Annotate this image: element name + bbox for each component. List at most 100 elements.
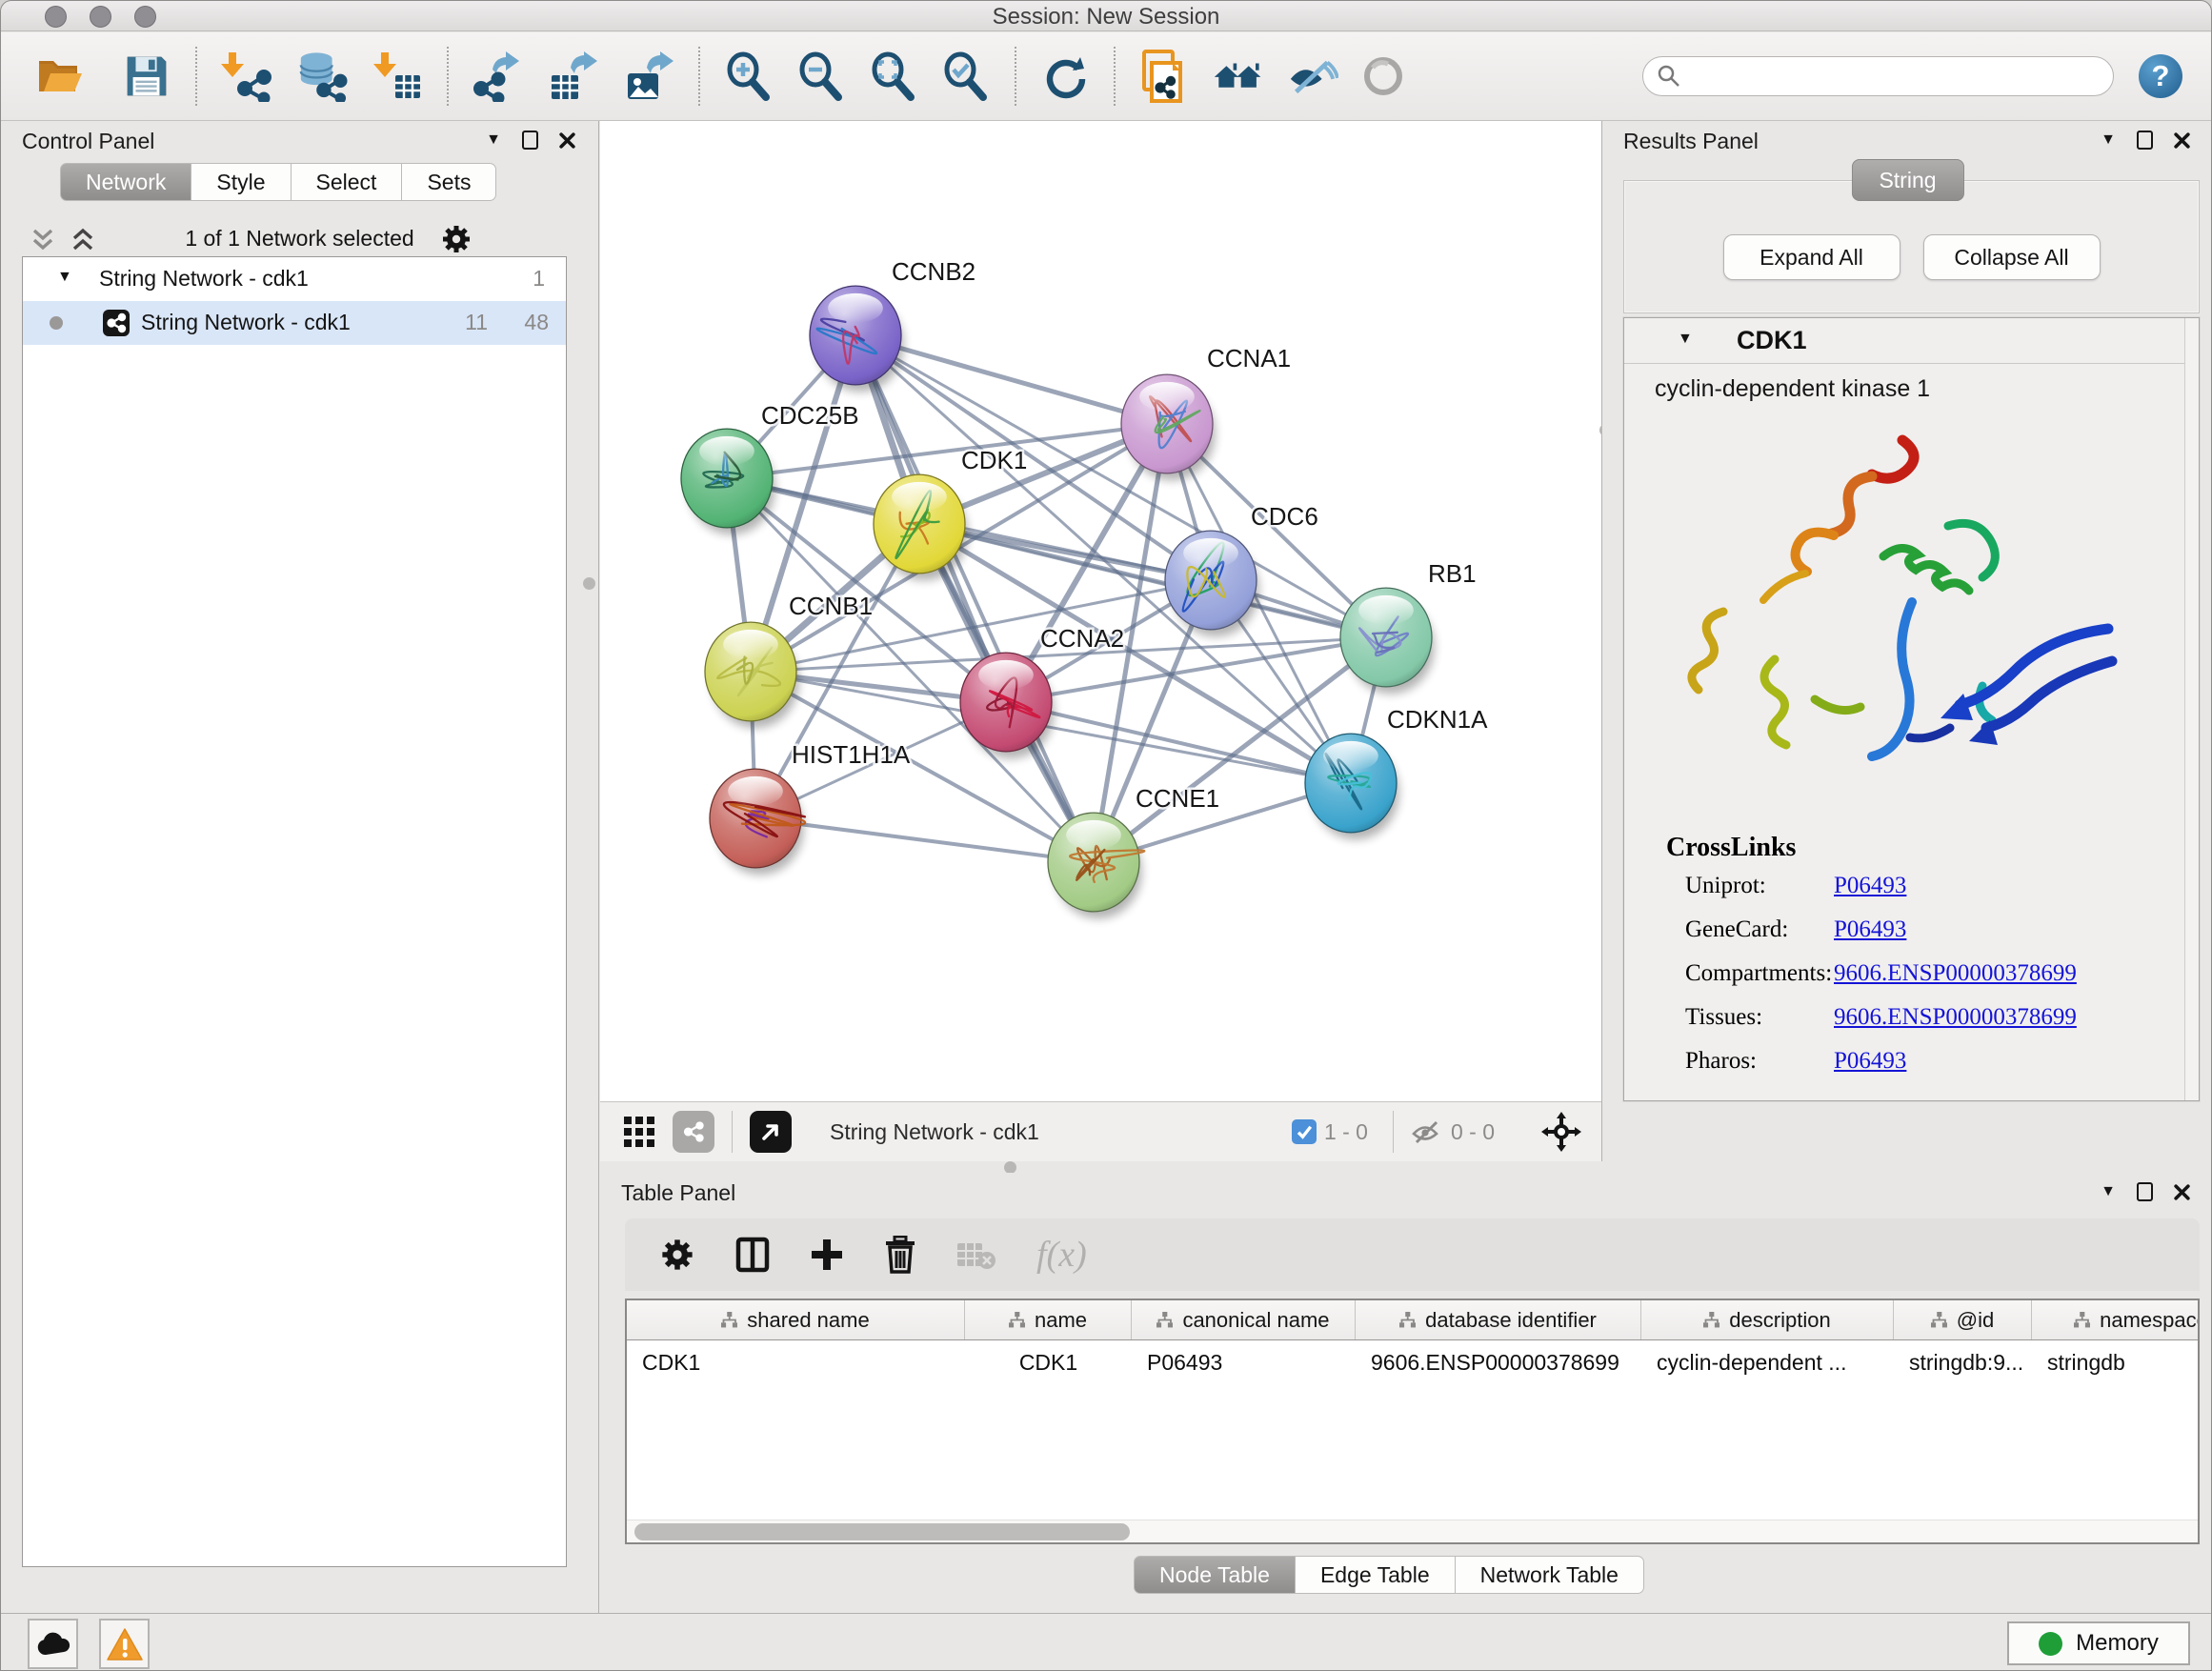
table-cell[interactable]: stringdb:9...	[1894, 1340, 2032, 1384]
eye-icon	[1359, 52, 1407, 100]
selected-counts: 1 - 0	[1324, 1119, 1368, 1145]
table-cell[interactable]: CDK1	[965, 1340, 1132, 1384]
import-table-button[interactable]	[372, 50, 424, 102]
table-cell[interactable]: stringdb	[2032, 1340, 2200, 1384]
network-node-CCNE1[interactable]: CCNE1	[1048, 784, 1219, 918]
tab-select[interactable]: Select	[292, 163, 403, 201]
crosslink-link[interactable]: P06493	[1834, 916, 1906, 943]
column-header-description[interactable]: description	[1641, 1300, 1894, 1339]
float-panel-icon[interactable]	[2137, 1182, 2153, 1201]
crosslink-link[interactable]: P06493	[1834, 873, 1906, 899]
collapse-all-button[interactable]: Collapse All	[1923, 234, 2101, 280]
protein-section-header[interactable]: ▼ CDK1	[1624, 318, 2184, 364]
network-collection-row[interactable]: ▼ String Network - cdk1 1	[23, 257, 566, 301]
close-panel-icon[interactable]	[2174, 132, 2190, 149]
open-session-button[interactable]	[33, 50, 85, 102]
collapse-panel-icon[interactable]: ▼	[2101, 1184, 2116, 1199]
collapse-panel-icon[interactable]: ▼	[486, 132, 501, 148]
home-button[interactable]	[1213, 50, 1264, 102]
column-header-shared-name[interactable]: shared name	[627, 1300, 965, 1339]
network-selected-status: 1 of 1 Network selected	[1, 226, 598, 252]
tree-expand-icon[interactable]: ▼	[57, 270, 72, 285]
network-canvas[interactable]: CCNB2CCNA1CDC25BCDK1CDC6RB1CCNB1CCNA2CDK…	[600, 121, 1601, 1101]
export-network-button[interactable]	[472, 50, 523, 102]
crosslink-link[interactable]: 9606.ENSP00000378699	[1834, 1004, 2077, 1031]
crosslink-link[interactable]: 9606.ENSP00000378699	[1834, 960, 2077, 987]
network-row-selected[interactable]: String Network - cdk1 11 48	[23, 301, 566, 345]
selected-nodes-checkbox[interactable]	[1292, 1119, 1317, 1144]
tab-network-table[interactable]: Network Table	[1456, 1556, 1644, 1594]
table-cell[interactable]: P06493	[1132, 1340, 1356, 1384]
table-settings-gear-icon[interactable]	[659, 1237, 695, 1273]
tab-edge-table[interactable]: Edge Table	[1296, 1556, 1456, 1594]
tab-style[interactable]: Style	[191, 163, 291, 201]
show-panels-button[interactable]	[1357, 50, 1409, 102]
search-input[interactable]	[1681, 64, 2081, 89]
tab-node-table[interactable]: Node Table	[1134, 1556, 1296, 1594]
splitter-handle[interactable]	[583, 577, 595, 590]
delete-column-trash-icon[interactable]	[884, 1236, 916, 1274]
collapse-panel-icon[interactable]: ▼	[2101, 132, 2116, 148]
network-node-RB1[interactable]: RB1	[1340, 559, 1477, 694]
table-cell[interactable]: cyclin-dependent ...	[1641, 1340, 1894, 1384]
gear-icon[interactable]	[440, 223, 473, 255]
results-scrollbar[interactable]	[2184, 318, 2199, 1100]
column-header-canonical-name[interactable]: canonical name	[1132, 1300, 1356, 1339]
detach-view-button[interactable]	[750, 1111, 792, 1153]
column-header-database-identifier[interactable]: database identifier	[1356, 1300, 1641, 1339]
table-cell[interactable]: 9606.ENSP00000378699	[1356, 1340, 1641, 1384]
warnings-button[interactable]	[99, 1619, 150, 1669]
import-network-from-database-button[interactable]	[296, 50, 348, 102]
table-horizontal-scrollbar[interactable]	[627, 1520, 2198, 1542]
grid-view-icon[interactable]	[623, 1116, 655, 1148]
crosslinks-section: CrossLinks Uniprot:P06493GeneCard:P06493…	[1624, 833, 2184, 1082]
zoom-in-icon	[724, 51, 774, 101]
column-header--id[interactable]: @id	[1894, 1300, 2032, 1339]
crosslink-link[interactable]: P06493	[1834, 1048, 1906, 1075]
zoom-out-button[interactable]	[795, 50, 847, 102]
help-button[interactable]: ?	[2139, 54, 2182, 98]
float-panel-icon[interactable]	[522, 131, 538, 150]
column-header-namespace[interactable]: namespace	[2032, 1300, 2200, 1339]
network-node-HIST1H1A[interactable]: HIST1H1A	[710, 740, 911, 875]
export-image-button[interactable]	[624, 50, 675, 102]
close-panel-icon[interactable]	[559, 132, 575, 149]
refresh-layout-button[interactable]	[1039, 50, 1091, 102]
save-session-button[interactable]	[121, 50, 172, 102]
protein-structure-image	[1662, 413, 2167, 814]
zoom-fit-button[interactable]	[868, 50, 919, 102]
import-network-button[interactable]	[220, 50, 271, 102]
network-node-CCNA1[interactable]: CCNA1	[1121, 344, 1291, 480]
network-node-CCNB1[interactable]: CCNB1	[705, 592, 873, 728]
float-panel-icon[interactable]	[2137, 131, 2153, 150]
add-column-icon[interactable]	[810, 1238, 844, 1272]
column-header-name[interactable]: name	[965, 1300, 1132, 1339]
close-panel-icon[interactable]	[2174, 1184, 2190, 1200]
table-cell[interactable]: CDK1	[627, 1340, 965, 1384]
expand-all-button[interactable]: Expand All	[1723, 234, 1900, 280]
split-columns-icon[interactable]	[735, 1237, 770, 1273]
crosslinks-title: CrossLinks	[1666, 833, 2184, 863]
toolbar-separator	[1114, 47, 1116, 106]
section-expand-icon[interactable]: ▼	[1678, 332, 1693, 347]
network-node-CCNA2[interactable]: CCNA2	[960, 624, 1124, 758]
network-node-CCNB2[interactable]: CCNB2	[810, 257, 975, 392]
scrollbar-thumb[interactable]	[634, 1523, 1130, 1540]
zoom-selected-button[interactable]	[940, 50, 992, 102]
control-panel-tabs: NetworkStyleSelectSets	[60, 163, 496, 201]
table-row[interactable]: CDK1CDK1P064939606.ENSP00000378699cyclin…	[627, 1340, 2198, 1384]
horizontal-splitter[interactable]	[600, 1161, 2212, 1173]
network-share-view-button[interactable]	[673, 1111, 714, 1153]
memory-button[interactable]: Memory	[2007, 1621, 2190, 1665]
crosshair-icon[interactable]	[1540, 1111, 1582, 1153]
tab-string[interactable]: String	[1851, 159, 1963, 201]
tab-network[interactable]: Network	[60, 163, 191, 201]
copy-network-button[interactable]	[1138, 50, 1190, 102]
zoom-in-button[interactable]	[723, 50, 774, 102]
cloud-status-button[interactable]	[28, 1619, 78, 1669]
tab-sets[interactable]: Sets	[402, 163, 496, 201]
network-graph[interactable]: CCNB2CCNA1CDC25BCDK1CDC6RB1CCNB1CCNA2CDK…	[600, 121, 1601, 1101]
hide-panels-button[interactable]	[1287, 50, 1338, 102]
export-table-button[interactable]	[548, 50, 599, 102]
network-node-CDKN1A[interactable]: CDKN1A	[1305, 705, 1488, 839]
